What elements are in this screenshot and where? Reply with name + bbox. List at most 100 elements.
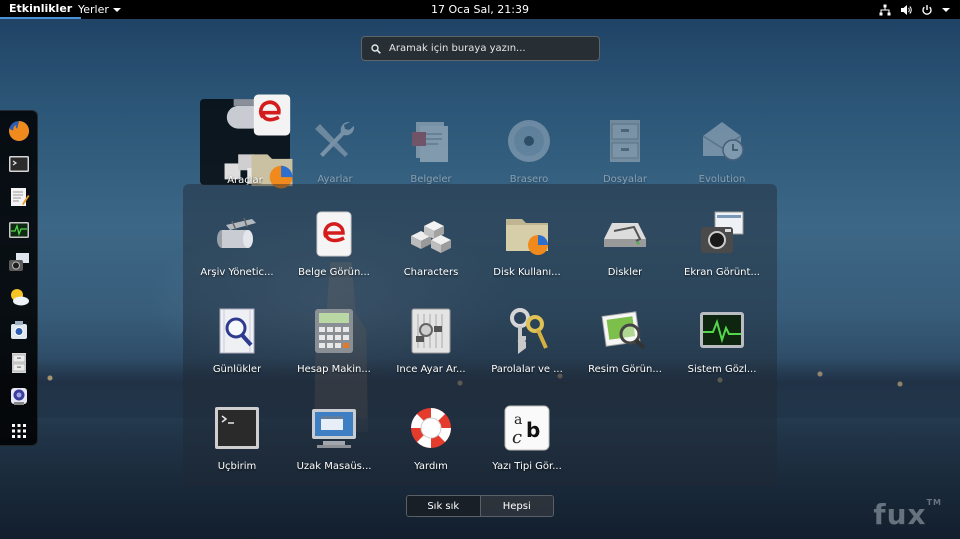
dash-system-monitor[interactable]	[5, 217, 33, 244]
archive-icon	[217, 217, 256, 248]
app-icon-wrap: a c b	[501, 402, 553, 453]
dash-firefox[interactable]	[5, 117, 33, 144]
files-icon	[11, 353, 26, 374]
app-disks[interactable]: Diskler	[580, 192, 670, 278]
terminal-icon	[215, 406, 259, 449]
dash-files[interactable]	[5, 349, 33, 376]
watermark-logo: fuxTM	[873, 498, 942, 531]
mail-clock-icon	[702, 121, 744, 161]
places-menu[interactable]: Yerler	[78, 0, 121, 19]
document-viewer-icon	[253, 94, 290, 135]
dash-text-editor[interactable]	[5, 183, 33, 210]
system-status-menu[interactable]	[879, 0, 950, 19]
chevron-down-icon	[942, 7, 950, 12]
app-label: Resim Görün...	[588, 364, 662, 375]
app-icon-wrap	[696, 115, 748, 166]
top-bar: Etkinlikler Yerler 17 Oca Sal, 21:39	[0, 0, 960, 19]
app-icon-wrap	[211, 208, 263, 259]
show-apps-button[interactable]	[5, 418, 33, 445]
dash-cheese[interactable]	[5, 383, 33, 410]
screenshot-icon	[8, 253, 29, 272]
watermark-text: fux	[873, 498, 927, 531]
font-viewer-icon: a c b	[504, 405, 550, 451]
files-icon	[610, 119, 640, 162]
app-image-viewer[interactable]: Resim Görün...	[580, 289, 670, 375]
dash-camera[interactable]	[5, 316, 33, 343]
system-monitor-icon	[700, 311, 744, 348]
logs-icon	[219, 308, 255, 354]
app-passwords-keys[interactable]: Parolalar ve ...	[482, 289, 572, 375]
app-icon-wrap	[599, 115, 651, 166]
folder-preview	[219, 94, 292, 188]
app-label: Belge Görün...	[298, 267, 370, 278]
app-calculator[interactable]: Hesap Makin...	[289, 289, 379, 375]
app-terminal[interactable]: Uçbirim	[192, 386, 282, 472]
app-label: Parolalar ve ...	[491, 364, 563, 375]
cheese-icon	[10, 388, 27, 406]
app-label: Disk Kullanı...	[493, 267, 561, 278]
search-box[interactable]	[361, 36, 600, 61]
app-remote-desktop[interactable]: Uzak Masaüs...	[289, 386, 379, 472]
app-icon-wrap	[405, 208, 457, 259]
app-label: İnce Ayar Ar...	[396, 364, 466, 375]
app-evolution[interactable]: Evolution	[677, 99, 767, 185]
app-font-viewer[interactable]: a c b Yazı Tipi Gör...	[482, 386, 572, 472]
app-ayarlar[interactable]: Ayarlar	[290, 99, 380, 185]
clock-area: 17 Oca Sal, 21:39	[0, 0, 960, 19]
app-tweak-tool[interactable]: İnce Ayar Ar...	[386, 289, 476, 375]
calculator-icon	[315, 308, 353, 353]
disc-burner-icon	[508, 119, 550, 162]
search-icon	[371, 43, 381, 54]
search-input[interactable]	[389, 43, 589, 54]
documents-icon	[412, 121, 448, 162]
activities-button[interactable]: Etkinlikler	[0, 0, 82, 19]
app-dosyalar[interactable]: Dosyalar	[580, 99, 670, 185]
app-icon-wrap	[599, 305, 651, 356]
all-apps-label: Hepsi	[502, 500, 531, 512]
characters-icon	[411, 220, 451, 253]
dash-weather[interactable]	[5, 283, 33, 310]
app-label: Yardım	[414, 461, 448, 472]
help-icon	[411, 407, 451, 448]
power-icon	[922, 4, 932, 15]
app-label: Günlükler	[212, 364, 262, 375]
app-label: Arşiv Yönetic...	[200, 267, 274, 278]
app-icon-wrap	[309, 115, 361, 166]
app-icon-wrap	[308, 208, 360, 259]
tweak-tool-icon	[411, 308, 451, 354]
app-label: Uçbirim	[217, 461, 257, 472]
svg-text:a: a	[514, 412, 522, 428]
app-logs[interactable]: Günlükler	[192, 289, 282, 375]
disk-usage-icon	[506, 218, 548, 255]
system-monitor-icon	[8, 222, 29, 239]
dash-terminal[interactable]	[5, 150, 33, 177]
clock-button[interactable]: 17 Oca Sal, 21:39	[431, 3, 529, 16]
app-icon-wrap	[501, 208, 553, 259]
app-document-viewer[interactable]: Belge Görün...	[289, 192, 379, 278]
remote-desktop-icon	[312, 408, 356, 448]
dash-screenshot[interactable]	[5, 250, 33, 277]
watermark-trademark: TM	[926, 498, 942, 507]
frequent-apps-button[interactable]: Sık sık	[407, 496, 480, 516]
app-icon-wrap	[599, 208, 651, 259]
svg-text:c: c	[512, 427, 522, 448]
terminal-icon	[8, 155, 29, 172]
app-characters[interactable]: Characters	[386, 192, 476, 278]
app-icon-wrap	[503, 115, 555, 166]
app-folder-araclar[interactable]: Araçlar	[200, 94, 292, 188]
app-screenshot[interactable]: Ekran Görünt...	[677, 192, 767, 278]
app-disk-usage[interactable]: Disk Kullanı...	[482, 192, 572, 278]
all-apps-button[interactable]: Hepsi	[479, 496, 553, 516]
dash	[0, 110, 38, 446]
app-system-monitor[interactable]: Sistem Gözl...	[677, 289, 767, 375]
network-icon	[879, 4, 891, 15]
app-help[interactable]: Yardım	[386, 386, 476, 472]
app-brasero[interactable]: Brasero	[484, 99, 574, 185]
app-label: Diskler	[607, 267, 643, 278]
view-switcher: Sık sık Hepsi	[406, 495, 554, 517]
app-label: Characters	[403, 267, 459, 278]
image-viewer-icon	[601, 310, 646, 349]
document-viewer-icon	[316, 211, 352, 257]
app-archive-manager[interactable]: Arşiv Yönetic...	[192, 192, 282, 278]
app-belgeler[interactable]: Belgeler	[386, 99, 476, 185]
